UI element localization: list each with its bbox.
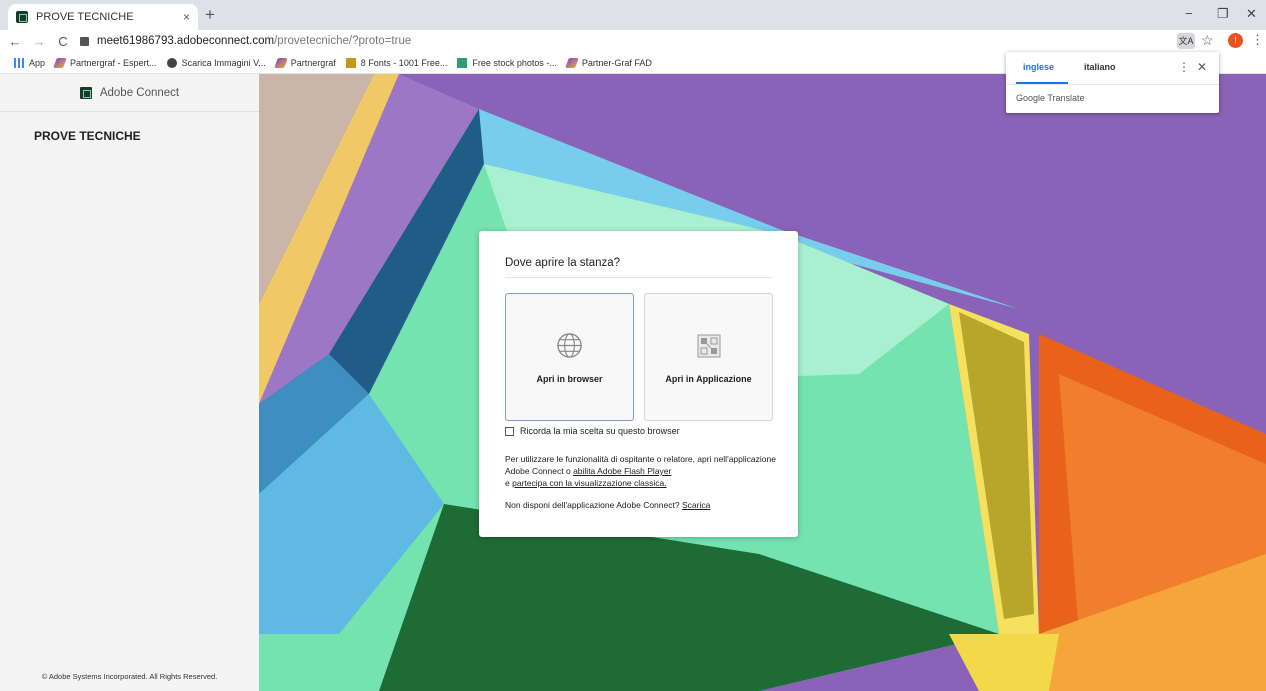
translate-brand: Google Translate [1016, 93, 1085, 103]
remember-choice[interactable]: Ricorda la mia scelta su questo browser [505, 426, 680, 436]
enable-flash-link[interactable]: abilita Adobe Flash Player [573, 466, 671, 476]
remember-label: Ricorda la mia scelta su questo browser [520, 426, 680, 436]
close-window-button[interactable]: ✕ [1246, 6, 1257, 22]
open-in-browser-button[interactable]: Apri in browser [505, 293, 634, 421]
open-in-app-button[interactable]: Apri in Applicazione [644, 293, 773, 421]
remember-checkbox[interactable] [505, 426, 514, 436]
url-host: meet61986793.adobeconnect.com [97, 35, 275, 47]
globe-icon [557, 333, 582, 358]
partnergraf-icon [565, 57, 579, 68]
tab-close-icon[interactable]: × [183, 10, 190, 24]
download-text: Non disponi dell'applicazione Adobe Conn… [505, 500, 680, 510]
adobe-connect-logo-icon [79, 86, 92, 99]
tab-strip: PROVE TECNICHE × + − ❐ ✕ [0, 0, 1266, 30]
browser-tab[interactable]: PROVE TECNICHE × [8, 4, 198, 30]
address-bar[interactable]: meet61986793.adobeconnect.com/provetecni… [80, 32, 1160, 50]
option-label: Apri in browser [536, 374, 603, 384]
divider [505, 277, 772, 278]
bookmark-item[interactable]: 8 Fonts - 1001 Free... [345, 57, 448, 68]
bookmark-item[interactable]: Partner-Graf FAD [565, 57, 652, 68]
apps-icon [14, 57, 24, 68]
copyright-text: © Adobe Systems Incorporated. All Rights… [41, 672, 218, 681]
lock-icon [80, 36, 89, 46]
bookmark-label: Partnergraf [290, 57, 336, 68]
globe-icon [166, 57, 177, 68]
bookmark-label: Free stock photos -... [472, 57, 557, 68]
fonts-icon [345, 57, 356, 68]
bookmark-label: 8 Fonts - 1001 Free... [360, 57, 448, 68]
url-path: /provetecniche/?proto=true [274, 35, 412, 47]
dialog-title: Dove aprire la stanza? [505, 257, 621, 269]
bookmark-item[interactable]: Scarica Immagini V... [166, 57, 266, 68]
divider [1006, 84, 1219, 85]
bookmark-label: App [29, 57, 46, 68]
room-title: PROVE TECNICHE [34, 129, 141, 143]
bookmark-item[interactable]: App [14, 57, 46, 68]
bookmark-item[interactable]: Partnergraf - Espert... [53, 57, 157, 68]
translate-close-icon[interactable]: ✕ [1197, 60, 1207, 74]
partnergraf-icon [53, 57, 67, 68]
download-link[interactable]: Scarica [682, 500, 710, 510]
classic-view-link[interactable]: partecipa con la visualizzazione classic… [512, 478, 667, 488]
profile-avatar[interactable]: ! [1228, 33, 1243, 48]
browser-menu-icon[interactable]: ⋮ [1251, 32, 1264, 48]
translate-menu-icon[interactable]: ⋮ [1178, 60, 1190, 74]
adobe-connect-favicon-icon [16, 11, 28, 23]
bookmark-item[interactable]: Free stock photos -... [457, 57, 557, 68]
back-button[interactable]: ← [6, 34, 24, 49]
tab-title: PROVE TECNICHE [36, 11, 134, 23]
partnergraf-icon [273, 57, 288, 68]
adobe-connect-app-icon [697, 334, 721, 358]
adobe-connect-brand: Adobe Connect [0, 74, 259, 112]
bookmark-label: Partner-Graf FAD [581, 57, 652, 68]
stock-icon [457, 57, 468, 68]
translate-lang-source-tab[interactable]: inglese [1023, 62, 1054, 72]
reload-button[interactable]: C [54, 34, 72, 49]
brand-name: Adobe Connect [99, 86, 180, 99]
forward-button[interactable]: → [30, 34, 48, 49]
bookmark-label: Scarica Immagini V... [181, 57, 266, 68]
download-prompt: Non disponi dell'applicazione Adobe Conn… [505, 500, 710, 510]
info-text: Per utilizzare le funzionalità di ospita… [505, 453, 785, 489]
bookmark-label: Partnergraf - Espert... [70, 57, 157, 68]
translate-popup: inglese italiano ⋮ ✕ Google Translate [1006, 52, 1219, 113]
bookmark-star-icon[interactable]: ☆ [1201, 32, 1214, 49]
new-tab-button[interactable]: + [205, 5, 215, 25]
translate-icon[interactable]: 文A [1177, 33, 1195, 49]
open-room-dialog: Dove aprire la stanza? Apri in browser A… [479, 231, 798, 537]
bookmark-item[interactable]: Partnergraf [273, 57, 336, 68]
address-toolbar: ← → C meet61986793.adobeconnect.com/prov… [0, 30, 1266, 52]
option-label: Apri in Applicazione [665, 374, 752, 384]
info-text-2: e [505, 478, 510, 488]
maximize-button[interactable]: ❐ [1217, 6, 1229, 22]
minimize-button[interactable]: − [1185, 6, 1193, 21]
translate-lang-target-tab[interactable]: italiano [1084, 62, 1116, 72]
sidebar: Adobe Connect PROVE TECNICHE © Adobe Sys… [0, 74, 259, 691]
